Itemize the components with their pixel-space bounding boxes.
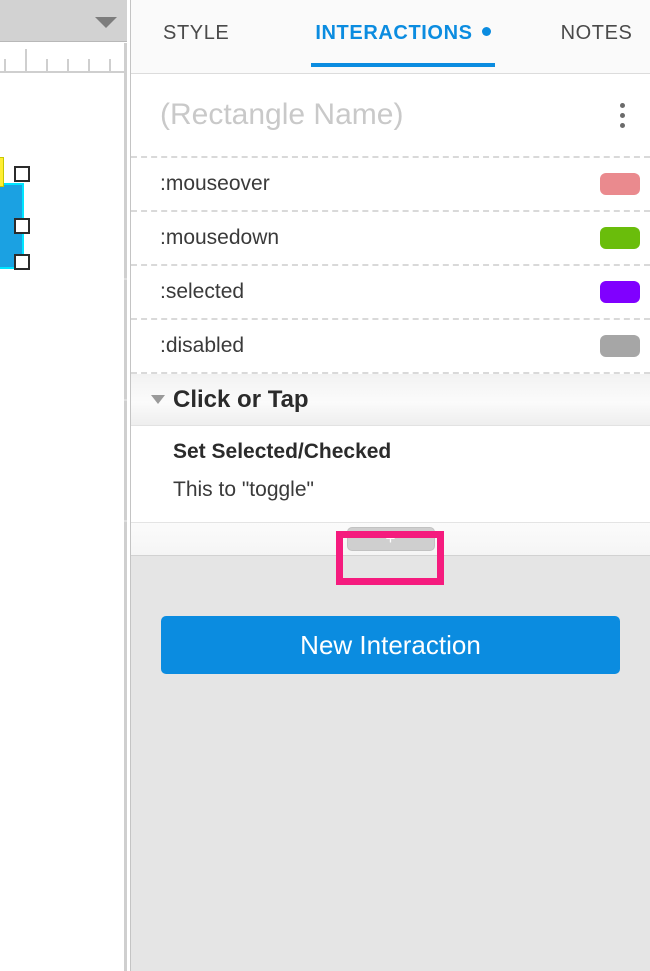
inspector-panel: STYLE INTERACTIONS NOTES :mouseover	[130, 0, 650, 971]
tab-style-label: STYLE	[163, 22, 230, 44]
aximure-interactions-panel-screen: STYLE INTERACTIONS NOTES :mouseover	[0, 0, 650, 971]
ruler-tick	[67, 59, 69, 71]
state-color-swatch[interactable]	[600, 281, 640, 303]
new-interaction-area: New Interaction	[131, 556, 650, 963]
interaction-states-list: :mouseover :mousedown :selected :disable…	[131, 156, 650, 374]
tab-notes[interactable]: NOTES	[557, 22, 637, 67]
event-group-click-or-tap: Click or Tap Set Selected/Checked This t…	[131, 374, 650, 522]
design-canvas-area[interactable]	[0, 0, 130, 971]
tab-interactions-label: INTERACTIONS	[315, 22, 473, 44]
widget-name-row	[131, 74, 650, 156]
state-row-mouseover[interactable]: :mouseover	[131, 158, 650, 212]
state-label: :mousedown	[160, 226, 280, 249]
caret-down-icon[interactable]	[95, 17, 117, 28]
action-detail: This to "toggle"	[173, 478, 314, 501]
canvas-toolbar-strip[interactable]	[0, 0, 127, 42]
kebab-dot	[619, 122, 625, 128]
state-color-swatch[interactable]	[600, 173, 640, 195]
tab-interactions[interactable]: INTERACTIONS	[311, 22, 495, 67]
event-header[interactable]: Click or Tap	[131, 374, 650, 426]
widget-name-input[interactable]	[131, 98, 594, 132]
vertical-ruler	[119, 43, 127, 971]
ruler-tick	[109, 59, 111, 71]
horizontal-ruler	[0, 43, 127, 73]
state-row-selected[interactable]: :selected	[131, 266, 650, 320]
ruler-tick	[46, 59, 48, 71]
add-action-bar: +	[131, 522, 650, 556]
selection-handle-top[interactable]	[14, 166, 30, 182]
kebab-dot	[619, 112, 625, 118]
selection-handle-middle[interactable]	[14, 218, 30, 234]
state-row-mousedown[interactable]: :mousedown	[131, 212, 650, 266]
state-label: :selected	[160, 280, 245, 303]
ruler-tick-major	[25, 49, 27, 71]
state-color-swatch[interactable]	[600, 335, 640, 357]
triangle-down-icon[interactable]	[151, 395, 165, 404]
state-label: :disabled	[160, 334, 245, 357]
event-title: Click or Tap	[173, 385, 309, 413]
lightning-bolt-icon	[0, 157, 4, 187]
action-title: Set Selected/Checked	[173, 440, 392, 463]
action-block[interactable]: Set Selected/Checked This to "toggle"	[131, 426, 650, 522]
state-color-swatch[interactable]	[600, 227, 640, 249]
canvas-surface[interactable]	[0, 73, 124, 971]
ruler-tick	[4, 59, 6, 71]
kebab-dot	[619, 102, 625, 108]
state-row-disabled[interactable]: :disabled	[131, 320, 650, 374]
kebab-menu-icon[interactable]	[594, 74, 650, 156]
tab-notes-label: NOTES	[560, 22, 633, 44]
selection-handle-bottom[interactable]	[14, 254, 30, 270]
new-interaction-button[interactable]: New Interaction	[161, 616, 620, 674]
tab-modified-dot-icon	[481, 27, 491, 37]
ruler-tick	[88, 59, 90, 71]
inspector-tabbar: STYLE INTERACTIONS NOTES	[131, 0, 650, 74]
state-label: :mouseover	[160, 172, 270, 195]
tab-style[interactable]: STYLE	[159, 22, 233, 67]
add-action-button[interactable]: +	[346, 527, 435, 551]
